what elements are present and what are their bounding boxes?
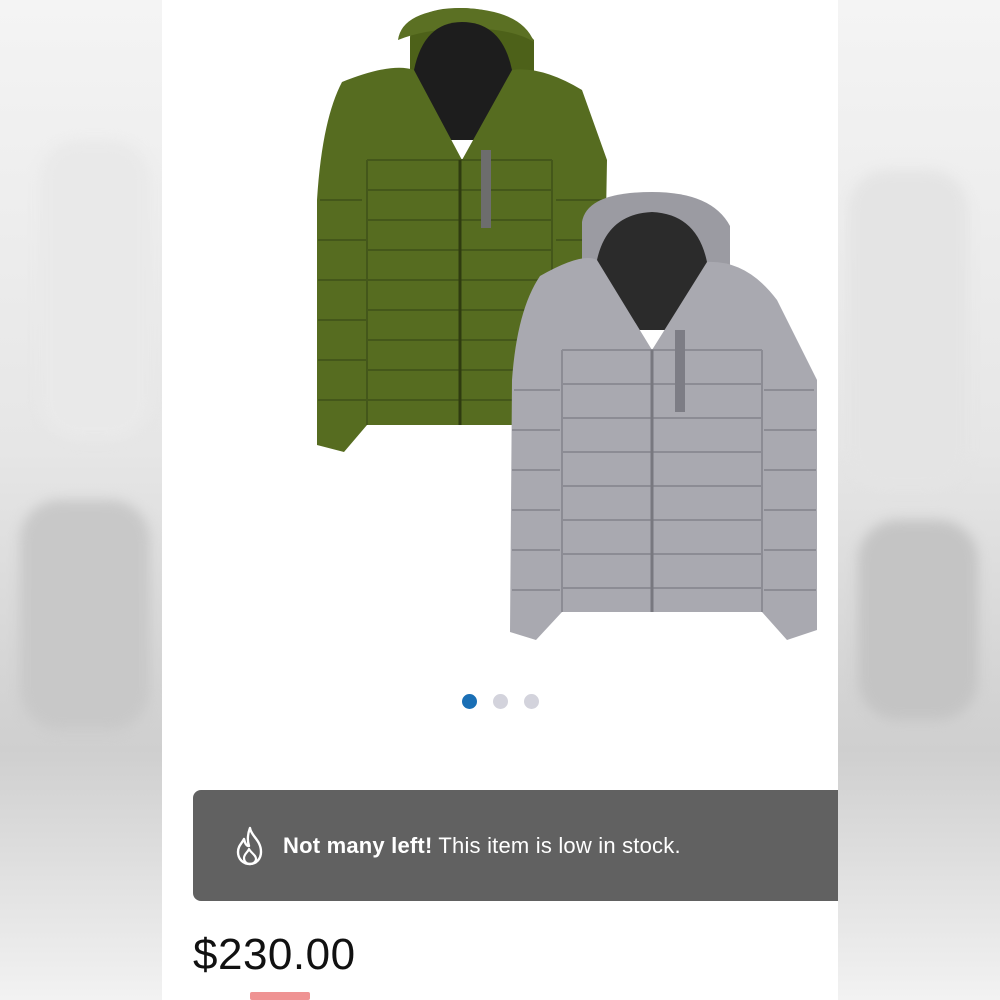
flame-icon (236, 826, 263, 865)
left-blurred-backdrop (0, 0, 162, 1000)
carousel-dot-1[interactable] (461, 694, 477, 709)
product-panel: Not many left! This item is low in stock… (162, 0, 838, 1000)
product-image[interactable] (162, 0, 838, 660)
carousel-dot-2[interactable] (492, 694, 508, 709)
price-strikethrough-peek (250, 992, 310, 1000)
low-stock-banner: Not many left! This item is low in stock… (193, 790, 838, 901)
stock-message: Not many left! This item is low in stock… (283, 833, 681, 859)
product-price: $230.00 (193, 930, 356, 979)
right-blurred-backdrop (838, 0, 1000, 1000)
stock-message-detail: This item is low in stock. (432, 832, 681, 858)
carousel-dot-3[interactable] (523, 694, 539, 709)
stock-message-strong: Not many left! (283, 832, 433, 858)
carousel-dots (162, 694, 838, 712)
